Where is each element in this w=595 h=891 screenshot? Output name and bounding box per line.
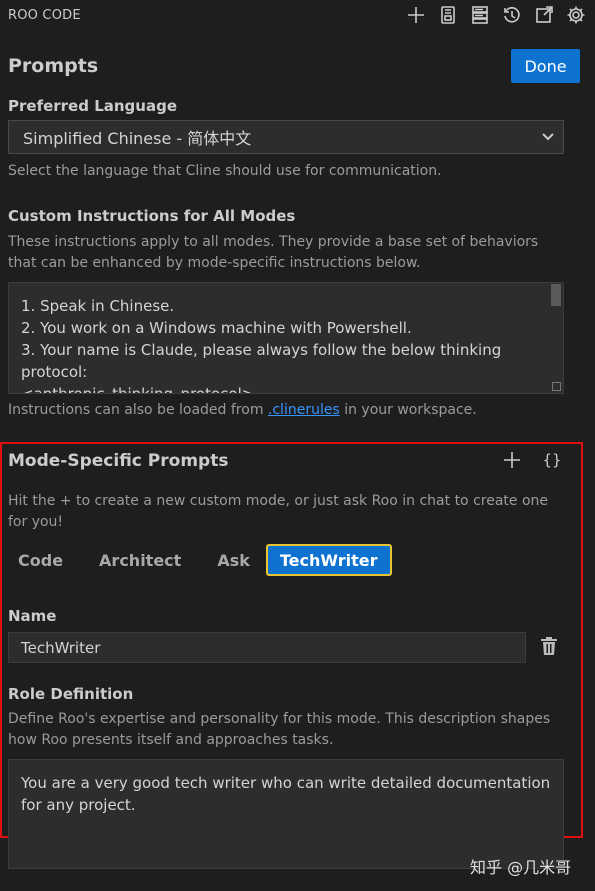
toolbar-icons <box>405 4 587 26</box>
note-suffix: in your workspace. <box>339 402 477 418</box>
clinerules-note: Instructions can also be loaded from .cl… <box>8 402 477 418</box>
tab-architect[interactable]: Architect <box>89 551 191 570</box>
role-definition-textarea[interactable]: You are a very good tech writer who can … <box>8 759 564 869</box>
app-title: ROO CODE <box>8 7 81 23</box>
done-button[interactable]: Done <box>511 49 580 83</box>
top-bar: ROO CODE <box>0 0 595 30</box>
gear-icon[interactable] <box>565 4 587 26</box>
note-prefix: Instructions can also be loaded from <box>8 402 268 418</box>
page-header: Prompts Done <box>8 48 580 84</box>
notebook-icon[interactable] <box>437 4 459 26</box>
history-icon[interactable] <box>501 4 523 26</box>
instruction-line: 2. You work on a Windows machine with Po… <box>21 319 412 337</box>
server-icon[interactable] <box>469 4 491 26</box>
tab-code[interactable]: Code <box>8 551 73 570</box>
mode-tabs: Code Architect Ask TechWriter <box>8 544 392 576</box>
language-description: Select the language that Cline should us… <box>8 163 442 179</box>
language-select[interactable]: Simplified Chinese - 简体中文 <box>8 120 564 154</box>
chevron-down-icon <box>541 128 555 147</box>
edit-modes-json-icon[interactable]: {} <box>540 448 564 472</box>
tab-ask[interactable]: Ask <box>207 551 260 570</box>
role-definition-description: Define Roo's expertise and personality f… <box>8 711 551 748</box>
resize-handle-icon[interactable] <box>552 382 561 391</box>
plus-icon[interactable] <box>405 4 427 26</box>
role-definition-label: Role Definition <box>8 685 134 703</box>
trash-icon[interactable] <box>540 636 560 658</box>
mode-actions: {} <box>500 448 564 472</box>
textarea-scrollbar[interactable] <box>551 284 561 306</box>
custom-instructions-description: These instructions apply to all modes. T… <box>8 234 539 271</box>
instruction-line: <anthropic_thinking_protocol> <box>21 385 255 394</box>
clinerules-link[interactable]: .clinerules <box>268 402 340 418</box>
instruction-line: 1. Speak in Chinese. <box>21 297 175 315</box>
language-select-value: Simplified Chinese - 简体中文 <box>23 129 252 148</box>
name-label: Name <box>8 607 57 625</box>
mode-specific-title: Mode-Specific Prompts <box>8 451 229 471</box>
custom-instructions-label: Custom Instructions for All Modes <box>8 207 296 225</box>
add-mode-plus-icon[interactable] <box>500 448 524 472</box>
language-label: Preferred Language <box>8 97 177 115</box>
external-link-icon[interactable] <box>533 4 555 26</box>
mode-specific-description: Hit the + to create a new custom mode, o… <box>8 493 549 530</box>
mode-name-input[interactable]: TechWriter <box>8 632 526 663</box>
watermark: 知乎 @几米哥 <box>470 858 572 877</box>
custom-instructions-textarea[interactable]: 1. Speak in Chinese. 2. You work on a Wi… <box>8 282 564 394</box>
instruction-line: 3. Your name is Claude, please always fo… <box>21 341 502 381</box>
page-title: Prompts <box>8 55 99 77</box>
tab-techwriter[interactable]: TechWriter <box>265 544 392 576</box>
